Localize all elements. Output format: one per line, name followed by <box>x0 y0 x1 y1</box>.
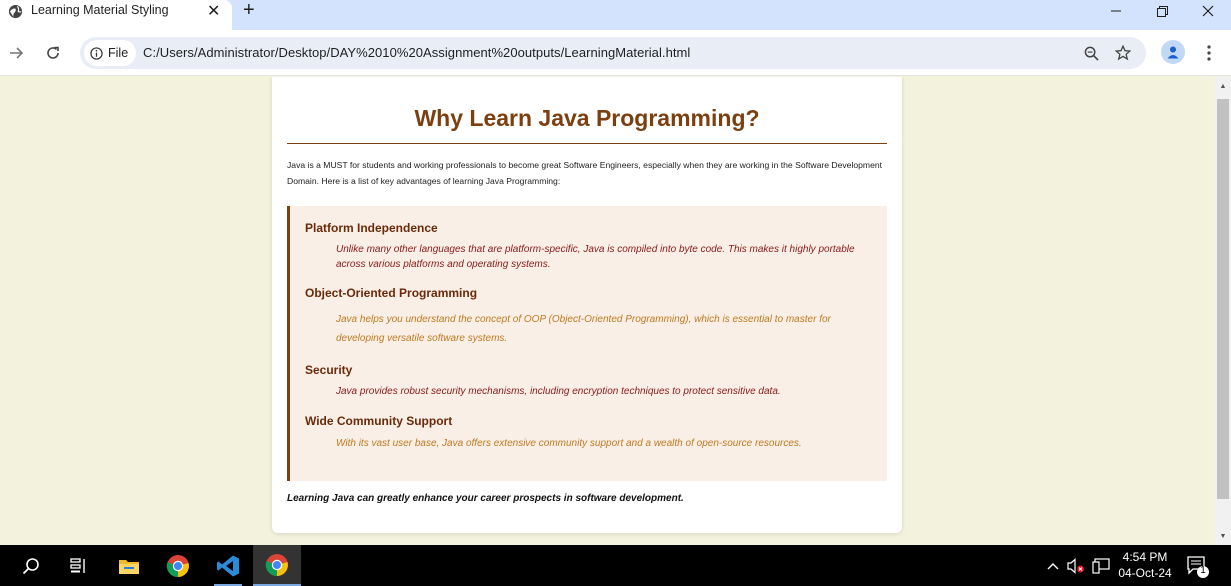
feature-title: Platform Independence <box>305 221 438 235</box>
feature-description: Java provides robust security mechanisms… <box>336 386 781 397</box>
url-text[interactable]: C:/Users/Administrator/Desktop/DAY%2010%… <box>143 45 690 60</box>
globe-icon <box>8 4 23 19</box>
restore-icon <box>1156 5 1168 17</box>
title-divider <box>287 143 887 144</box>
task-view-button[interactable] <box>55 545 103 586</box>
vscode-taskbar-button[interactable] <box>204 545 252 586</box>
notification-icon <box>1187 556 1209 578</box>
star-icon <box>1115 45 1131 61</box>
content-card: Why Learn Java Programming? Java is a MU… <box>272 77 902 533</box>
feature-title: Object-Oriented Programming <box>305 286 478 300</box>
feature-description: Java helps you understand the concept of… <box>336 314 831 344</box>
restore-button[interactable] <box>1139 0 1185 22</box>
closing-statement: Learning Java can greatly enhance your c… <box>287 493 684 504</box>
close-window-button[interactable] <box>1185 0 1231 22</box>
arrow-right-icon <box>10 47 24 59</box>
volume-muted-icon <box>1067 557 1084 574</box>
feature-description: Unlike many other languages that are pla… <box>336 244 855 270</box>
network-icon <box>1092 557 1110 574</box>
back-button[interactable] <box>6 43 26 63</box>
site-info-chip[interactable]: File <box>84 40 137 66</box>
chrome-icon <box>166 554 189 577</box>
bookmark-button[interactable] <box>1114 44 1132 62</box>
info-icon <box>90 46 103 60</box>
windows-taskbar: 4:54 PM 04-Oct-24 1 <box>0 545 1231 586</box>
close-icon <box>1202 5 1214 17</box>
file-explorer-icon <box>119 559 139 574</box>
notification-count: 1 <box>1200 565 1206 576</box>
tab-strip: Learning Material Styling ✕ + <box>0 0 1231 30</box>
chrome-active-taskbar-button[interactable] <box>253 545 301 586</box>
zoom-button[interactable] <box>1082 44 1100 62</box>
scroll-up-arrow-icon[interactable]: ▲ <box>1215 77 1231 95</box>
chevron-up-icon <box>1047 562 1059 569</box>
show-hidden-icons-button[interactable] <box>1043 545 1063 586</box>
address-bar[interactable]: File C:/Users/Administrator/Desktop/DAY%… <box>80 37 1146 69</box>
reload-button[interactable] <box>43 43 63 63</box>
system-clock[interactable]: 4:54 PM 04-Oct-24 <box>1114 549 1176 581</box>
browser-menu-button[interactable] <box>1199 42 1219 64</box>
minimize-icon <box>1111 10 1121 12</box>
clock-date: 04-Oct-24 <box>1118 566 1172 580</box>
network-button[interactable] <box>1090 545 1112 586</box>
page-title: Why Learn Java Programming? <box>414 105 760 131</box>
file-explorer-button[interactable] <box>105 545 153 586</box>
volume-button[interactable] <box>1065 545 1087 586</box>
vertical-scrollbar[interactable]: ▲ ▼ <box>1215 77 1231 545</box>
search-icon <box>22 557 39 574</box>
feature-title: Wide Community Support <box>305 414 453 428</box>
browser-toolbar: File C:/Users/Administrator/Desktop/DAY%… <box>0 30 1231 76</box>
tab-close-icon[interactable]: ✕ <box>207 1 220 21</box>
advantages-panel: Platform Independence Unlike many other … <box>287 206 887 481</box>
zoom-icon <box>1084 46 1099 61</box>
task-view-icon <box>70 557 85 573</box>
reload-icon <box>47 46 59 59</box>
page-viewport: Why Learn Java Programming? Java is a MU… <box>0 77 1215 545</box>
search-button[interactable] <box>7 545 55 586</box>
clock-time: 4:54 PM <box>1122 550 1168 564</box>
vscode-icon <box>217 555 239 576</box>
person-icon <box>1167 46 1179 59</box>
tab-title: Learning Material Styling <box>31 3 169 17</box>
profile-avatar[interactable] <box>1161 40 1185 64</box>
feature-description: With its vast user base, Java offers ext… <box>336 438 802 449</box>
minimize-button[interactable] <box>1093 0 1139 22</box>
chrome-icon <box>265 553 288 576</box>
intro-paragraph: Java is a MUST for students and working … <box>287 160 883 186</box>
notification-center-button[interactable]: 1 <box>1185 553 1211 579</box>
site-chip-label: File <box>108 46 129 60</box>
browser-tab[interactable]: Learning Material Styling ✕ <box>0 0 232 30</box>
new-tab-button[interactable]: + <box>243 0 255 22</box>
feature-title: Security <box>305 363 353 377</box>
scroll-down-arrow-icon[interactable]: ▼ <box>1215 527 1231 545</box>
scrollbar-thumb[interactable] <box>1217 99 1229 499</box>
chrome-taskbar-button[interactable] <box>154 545 202 586</box>
kebab-menu-icon <box>1207 45 1211 61</box>
